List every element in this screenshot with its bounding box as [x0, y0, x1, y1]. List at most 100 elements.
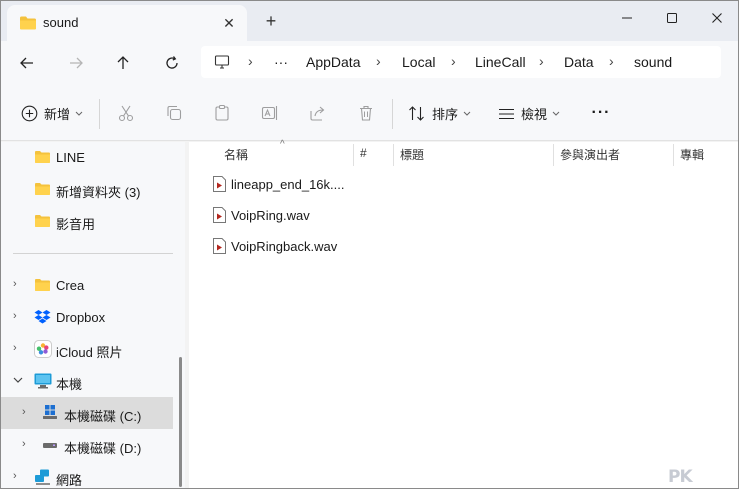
paste-icon[interactable]	[213, 104, 231, 122]
arrow-up-icon	[117, 56, 129, 69]
breadcrumb-separator: ›	[609, 53, 614, 69]
minimize-icon	[622, 17, 632, 19]
breadcrumb-data[interactable]: Data	[564, 54, 594, 70]
sidebar-item-label: 網路	[56, 473, 83, 488]
refresh-button[interactable]	[158, 50, 186, 76]
sidebar-item-label: 本機磁碟 (C:)	[64, 409, 142, 424]
column-divider[interactable]	[393, 144, 394, 166]
breadcrumb-appdata[interactable]: AppData	[306, 54, 360, 70]
new-button[interactable]: 新增	[21, 104, 83, 123]
sort-icon	[409, 106, 424, 121]
copy-icon[interactable]	[165, 104, 183, 122]
close-icon	[712, 13, 722, 23]
file-list: ^ 名稱 # 標題 參與演出者 專輯 lineapp_end_16k.... V…	[189, 139, 738, 488]
breadcrumb-separator: ›	[451, 53, 456, 69]
pc-icon	[34, 373, 52, 389]
audio-file-icon	[213, 238, 226, 254]
tab-title: sound	[43, 15, 79, 30]
sidebar-item-label: 本機磁碟 (D:)	[64, 441, 142, 456]
column-header-artists[interactable]: 參與演出者	[560, 146, 620, 163]
sidebar-item-drive-c[interactable]: › 本機磁碟 (C:)	[1, 397, 173, 429]
list-view-icon	[499, 108, 514, 119]
column-divider[interactable]	[353, 144, 354, 166]
tab-close-button[interactable]: ✕	[217, 11, 241, 35]
sidebar-item-label: Crea	[56, 278, 85, 293]
more-options-button[interactable]: ···	[589, 103, 613, 123]
chevron-down-icon	[552, 111, 560, 116]
view-button-label: 檢視	[521, 107, 548, 122]
sidebar-divider	[13, 253, 173, 254]
address-bar[interactable]: › ··· AppData › Local › LineCall › Data …	[201, 46, 721, 78]
maximize-icon	[667, 13, 677, 23]
forward-button[interactable]	[62, 50, 90, 76]
column-header-number[interactable]: #	[360, 146, 367, 160]
sidebar-item-icloud-photos[interactable]: › iCloud 照片	[1, 334, 173, 364]
dropbox-icon	[34, 310, 51, 324]
chevron-right-icon[interactable]: ›	[13, 470, 17, 482]
folder-icon	[35, 279, 50, 291]
column-divider[interactable]	[673, 144, 674, 166]
breadcrumb-linecall[interactable]: LineCall	[475, 54, 526, 70]
navigation-pane: LINE 新增資料夾 (3) 影音用 › Crea › Dropbox › iC…	[1, 142, 185, 488]
sidebar-item-line[interactable]: LINE	[1, 142, 173, 172]
sidebar-item-drive-d[interactable]: › 本機磁碟 (D:)	[1, 430, 173, 460]
file-name: lineapp_end_16k....	[231, 177, 345, 192]
column-divider[interactable]	[553, 144, 554, 166]
chevron-down-icon	[75, 111, 83, 116]
sidebar-item-network[interactable]: › 網路	[1, 462, 173, 488]
close-window-button[interactable]	[694, 1, 738, 35]
drive-icon	[43, 443, 57, 448]
column-header-title[interactable]: 標題	[400, 146, 424, 163]
sort-ascending-icon: ^	[280, 139, 285, 150]
breadcrumb-local[interactable]: Local	[402, 54, 435, 70]
new-button-label: 新增	[44, 107, 71, 122]
windows-drive-icon	[43, 405, 57, 419]
command-bar: 新增 排序 檢視 ···	[1, 85, 738, 141]
chevron-right-icon[interactable]: ›	[13, 342, 17, 354]
chevron-right-icon[interactable]: ›	[22, 406, 26, 418]
file-name: VoipRingback.wav	[231, 239, 338, 254]
share-icon[interactable]	[309, 104, 327, 122]
chevron-down-icon[interactable]	[13, 377, 23, 384]
sidebar-scrollbar[interactable]	[179, 357, 182, 487]
chevron-right-icon[interactable]: ›	[22, 438, 26, 450]
sidebar-item-this-pc[interactable]: 本機	[1, 366, 173, 396]
toolbar-divider	[392, 99, 393, 129]
plus-circle-icon	[21, 105, 38, 122]
sort-button[interactable]: 排序	[408, 104, 471, 123]
back-button[interactable]	[13, 50, 41, 76]
new-tab-button[interactable]: +	[259, 9, 283, 33]
cut-icon[interactable]	[117, 104, 135, 122]
maximize-button[interactable]	[649, 1, 695, 35]
file-row[interactable]: VoipRingback.wav	[213, 235, 513, 259]
up-button[interactable]	[109, 50, 137, 76]
folder-icon	[35, 151, 50, 163]
breadcrumb-separator: ›	[376, 53, 381, 69]
tab-sound[interactable]: sound ✕	[7, 5, 247, 41]
navigation-row: › ··· AppData › Local › LineCall › Data …	[1, 41, 738, 85]
file-row[interactable]: lineapp_end_16k....	[213, 173, 513, 197]
sidebar-item-media[interactable]: 影音用	[1, 206, 173, 236]
chevron-down-icon	[463, 111, 471, 116]
chevron-right-icon[interactable]: ›	[13, 310, 17, 322]
folder-icon	[35, 215, 50, 227]
breadcrumb-overflow[interactable]: ···	[274, 54, 288, 70]
file-name: VoipRing.wav	[231, 208, 310, 223]
minimize-button[interactable]	[604, 1, 650, 35]
rename-icon[interactable]	[261, 104, 279, 122]
arrow-right-icon	[70, 57, 83, 69]
column-header-album[interactable]: 專輯	[680, 146, 704, 163]
delete-icon[interactable]	[357, 104, 375, 122]
view-button[interactable]: 檢視	[498, 104, 560, 123]
file-row[interactable]: VoipRing.wav	[213, 204, 513, 228]
sidebar-item-dropbox[interactable]: › Dropbox	[1, 302, 173, 332]
sidebar-item-label: iCloud 照片	[56, 345, 123, 360]
arrow-left-icon	[20, 57, 33, 69]
sidebar-item-label: Dropbox	[56, 310, 106, 325]
chevron-right-icon[interactable]: ›	[13, 278, 17, 290]
sidebar-item-new-folder-3[interactable]: 新增資料夾 (3)	[1, 174, 173, 204]
column-header-name[interactable]: 名稱	[224, 146, 248, 163]
breadcrumb-sound[interactable]: sound	[634, 54, 672, 70]
network-icon	[35, 469, 50, 485]
sidebar-item-crea[interactable]: › Crea	[1, 270, 173, 300]
